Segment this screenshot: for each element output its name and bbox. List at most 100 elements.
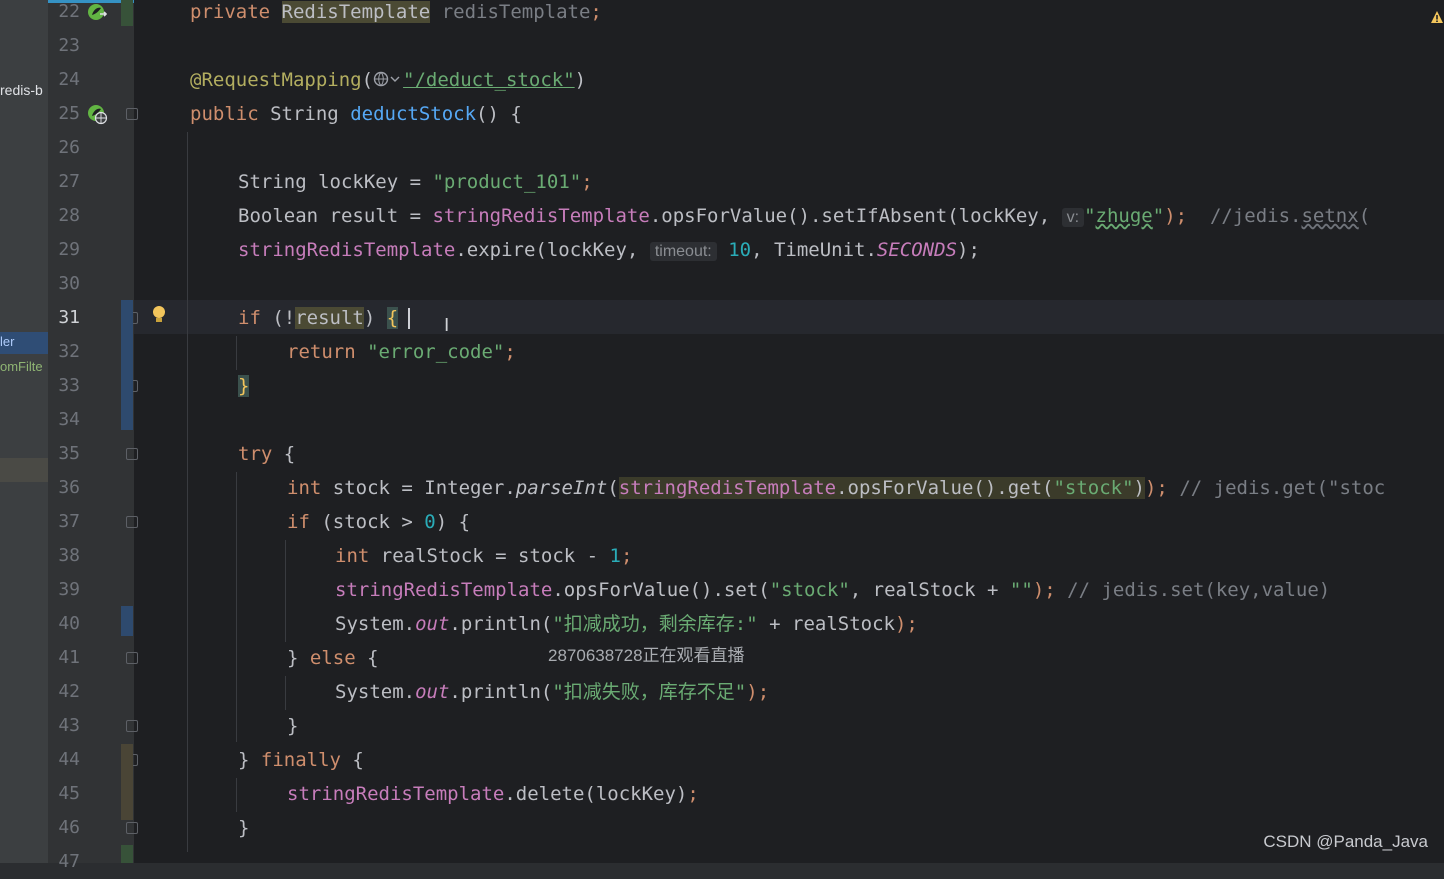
fold-marker[interactable]	[126, 822, 138, 834]
code-line-35[interactable]: try {	[238, 437, 295, 471]
vcs-modified-marker[interactable]	[121, 300, 133, 430]
line-number[interactable]: 42	[48, 675, 80, 709]
line-number[interactable]: 37	[48, 505, 80, 539]
line-number[interactable]: 39	[48, 573, 80, 607]
line-number[interactable]: 47	[48, 845, 80, 879]
token-field: stringRedisTemplate	[432, 205, 650, 227]
token-punct: }	[238, 817, 250, 839]
vcs-changed-marker[interactable]	[121, 744, 133, 820]
globe-chevron-icon[interactable]	[373, 70, 403, 88]
line-number[interactable]: 45	[48, 777, 80, 811]
token-field: stringRedisTemplate	[238, 239, 456, 261]
fold-marker[interactable]	[126, 108, 138, 120]
matched-brace: }	[238, 375, 250, 397]
intention-bulb-icon[interactable]	[151, 304, 167, 326]
code-line-36[interactable]: int stock = Integer.parseInt(stringRedis…	[287, 471, 1385, 505]
web-endpoint-icon[interactable]	[86, 103, 110, 125]
vcs-added-marker[interactable]	[121, 0, 133, 26]
token-string: "	[1152, 205, 1165, 227]
fold-marker[interactable]	[126, 448, 138, 460]
token-annotation: @RequestMapping	[190, 69, 362, 91]
line-number[interactable]: 41	[48, 641, 80, 675]
line-number[interactable]: 40	[48, 607, 80, 641]
matched-brace: {	[386, 307, 399, 329]
token-keyword: private	[190, 1, 271, 23]
line-number[interactable]: 43	[48, 709, 80, 743]
token-string: "扣减失败，库存不足"	[552, 681, 747, 703]
spring-bean-icon[interactable]	[86, 2, 110, 22]
token-keyword: return	[287, 341, 356, 363]
line-number[interactable]: 26	[48, 131, 80, 165]
vcs-modified-marker[interactable]	[121, 606, 133, 636]
token-call: .opsForValue().set(	[552, 579, 770, 601]
text-caret	[408, 308, 410, 329]
code-line-45[interactable]: stringRedisTemplate.delete(lockKey);	[287, 777, 699, 811]
token-call: .println(	[449, 613, 553, 635]
line-number-current[interactable]: 31	[48, 301, 80, 335]
indent-guide	[285, 676, 286, 710]
fold-marker[interactable]	[126, 516, 138, 528]
line-number[interactable]: 46	[48, 811, 80, 845]
token-type: String	[238, 171, 307, 193]
line-number[interactable]: 22	[48, 0, 80, 29]
line-number[interactable]: 24	[48, 63, 80, 97]
token-comment: // jedis.get("stoc	[1167, 477, 1386, 499]
code-line-31[interactable]: if (!result) {	[238, 301, 399, 335]
line-number[interactable]: 34	[48, 403, 80, 437]
token-var: result =	[318, 205, 433, 227]
code-line-43[interactable]: }	[287, 709, 298, 743]
code-line-44[interactable]: } finally {	[238, 743, 364, 777]
code-line-38[interactable]: int realStock = stock - 1;	[335, 539, 632, 573]
line-number[interactable]: 27	[48, 165, 80, 199]
fold-marker[interactable]	[126, 720, 138, 732]
project-tree-item-controller[interactable]: ler	[0, 334, 14, 349]
token-constant: SECONDS	[876, 239, 957, 261]
code-line-41[interactable]: } else {	[287, 641, 379, 675]
line-number[interactable]: 23	[48, 29, 80, 63]
code-line-32[interactable]: return "error_code";	[287, 335, 516, 369]
code-line-28[interactable]: Boolean result = stringRedisTemplate.ops…	[238, 199, 1370, 233]
code-line-27[interactable]: String lockKey = "product_101";	[238, 165, 593, 199]
line-number[interactable]: 30	[48, 267, 80, 301]
token-comment: // jedis.set(key,value)	[1055, 579, 1331, 601]
code-line-24[interactable]: @RequestMapping("/deduct_stock")	[190, 63, 586, 97]
fold-marker[interactable]	[126, 652, 138, 664]
code-line-25[interactable]: public String deductStock() {	[190, 97, 522, 131]
line-number[interactable]: 28	[48, 199, 80, 233]
token-string: "stock"	[1053, 477, 1134, 499]
warning-icon[interactable]	[1430, 10, 1444, 24]
project-tree-label[interactable]: redis-b	[0, 82, 43, 98]
code-line-42[interactable]: System.out.println("扣减失败，库存不足");	[335, 675, 769, 709]
token-punct: ;	[581, 171, 593, 193]
token-punct: (	[607, 477, 619, 499]
token-url-string[interactable]: "/deduct_stock"	[403, 69, 575, 91]
indent-guide	[236, 778, 237, 812]
token-var: lockKey =	[306, 171, 433, 193]
line-number[interactable]: 38	[48, 539, 80, 573]
project-tree-item-filter[interactable]: omFilte	[0, 359, 43, 374]
code-line-29[interactable]: stringRedisTemplate.expire(lockKey, time…	[238, 233, 980, 267]
line-number[interactable]: 44	[48, 743, 80, 777]
watermark: CSDN @Panda_Java	[1263, 832, 1428, 851]
vcs-added-marker[interactable]	[121, 845, 133, 863]
token-keyword: int	[335, 545, 370, 567]
code-line-22[interactable]: private RedisTemplate redisTemplate;	[190, 0, 602, 29]
code-line-37[interactable]: if (stock > 0) {	[287, 505, 470, 539]
line-number[interactable]: 29	[48, 233, 80, 267]
code-line-33[interactable]: }	[238, 369, 250, 403]
line-number[interactable]: 32	[48, 335, 80, 369]
token-var: realStock = stock -	[369, 545, 610, 567]
code-line-39[interactable]: stringRedisTemplate.opsForValue().set("s…	[335, 573, 1330, 607]
line-number[interactable]: 36	[48, 471, 80, 505]
token-call: .expire(lockKey,	[455, 239, 650, 261]
line-number[interactable]: 35	[48, 437, 80, 471]
line-number[interactable]: 25	[48, 97, 80, 131]
token-keyword: if	[287, 511, 310, 533]
token-keyword: else	[309, 647, 356, 669]
project-tool-window[interactable]: redis-b ler omFilte	[0, 0, 48, 863]
token-punct: }	[287, 647, 310, 669]
code-line-40[interactable]: System.out.println("扣减成功，剩余库存:" + realSt…	[335, 607, 918, 641]
token-static-field: out	[415, 613, 450, 635]
line-number[interactable]: 33	[48, 369, 80, 403]
code-line-46[interactable]: }	[238, 811, 249, 845]
